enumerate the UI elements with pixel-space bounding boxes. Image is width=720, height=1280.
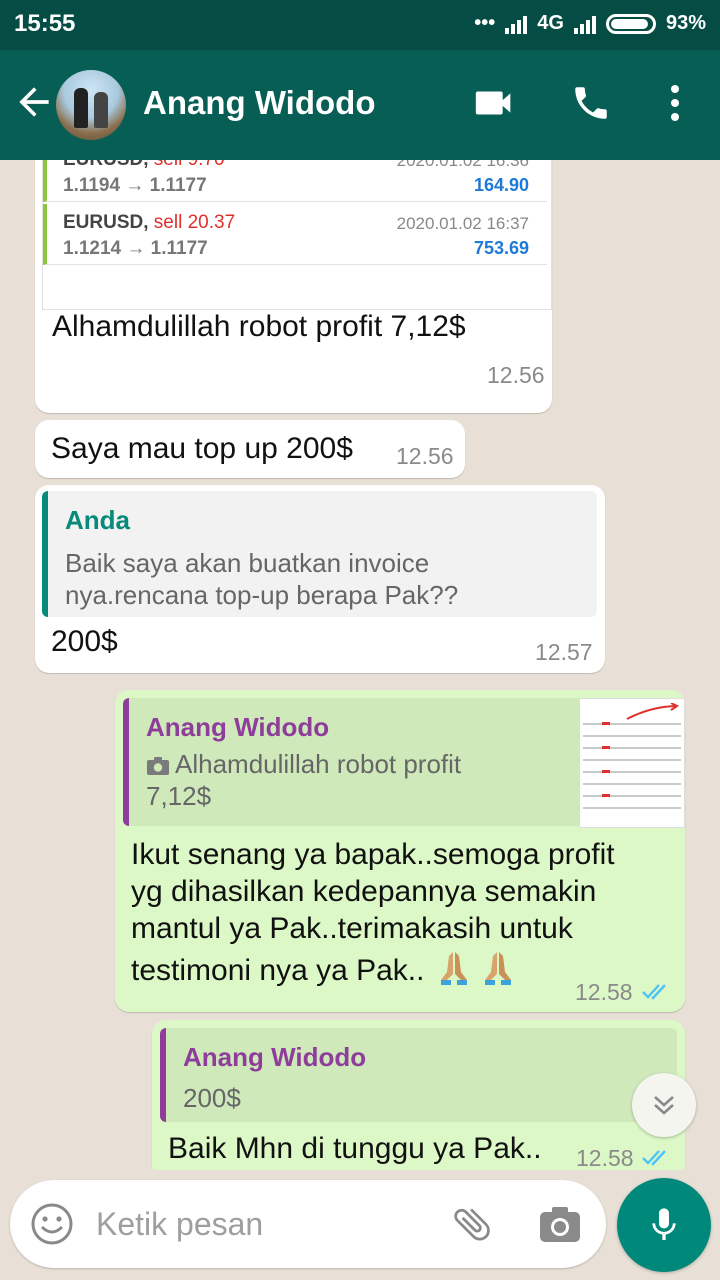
network-label: 4G bbox=[537, 12, 564, 34]
message-text: Baik Mhn di tunggu ya Pak.. bbox=[168, 1132, 542, 1165]
trade-row: EURUSD, sell 20.37 1.1214 → 1.1177 2020.… bbox=[43, 204, 547, 265]
pray-emoji-icon bbox=[483, 950, 513, 986]
phone-icon[interactable] bbox=[566, 78, 616, 128]
signal-icon bbox=[505, 14, 528, 34]
status-right: ••• 4G 93% bbox=[474, 12, 706, 35]
quote-text: 200$ bbox=[183, 1083, 241, 1113]
quote-author: Anda bbox=[65, 505, 130, 535]
quote-text-line: 7,12$ bbox=[146, 781, 212, 811]
mic-icon[interactable] bbox=[617, 1178, 711, 1272]
back-arrow-icon[interactable] bbox=[12, 80, 56, 124]
message-time: 12.58 bbox=[576, 1145, 634, 1170]
message-text-line: mantul ya Pak..terimakasih untuk bbox=[131, 912, 573, 945]
message-text-line: testimoni nya ya Pak.. bbox=[131, 954, 425, 987]
message-text-line: Ikut senang ya bapak..semoga profit bbox=[131, 838, 615, 871]
message-time: 12.58 bbox=[575, 979, 633, 1005]
message-input-bar[interactable]: Ketik pesan bbox=[10, 1180, 606, 1268]
message-time: 12.56 bbox=[487, 362, 545, 388]
message-time: 12.57 bbox=[535, 639, 593, 665]
quote-author: Anang Widodo bbox=[183, 1042, 367, 1072]
message-text: 200$ bbox=[51, 625, 118, 658]
outgoing-reply-message[interactable]: Anang Widodo Alhamdulillah robot profit … bbox=[115, 690, 685, 1012]
message-input[interactable]: Ketik pesan bbox=[96, 1206, 263, 1243]
trade-profit: 753.69 bbox=[473, 238, 529, 258]
more-options-icon[interactable] bbox=[650, 78, 700, 128]
quote-thumbnail bbox=[579, 698, 685, 828]
battery-fill bbox=[610, 18, 649, 29]
trade-date: 2020.01.02 16:36 bbox=[396, 160, 529, 170]
trade-prices: 1.1214 → 1.1177 bbox=[63, 238, 208, 259]
camera-icon bbox=[146, 756, 170, 776]
message-time: 12.56 bbox=[396, 443, 454, 469]
message-text: Alhamdulillah robot profit 7,12$ bbox=[52, 310, 466, 343]
trade-pair: EURUSD, bbox=[63, 160, 149, 170]
trade-prices: 1.1194 → 1.1177 bbox=[63, 175, 207, 196]
avatar[interactable] bbox=[56, 70, 126, 140]
battery-percent: 93% bbox=[665, 12, 706, 34]
status-time: 15:55 bbox=[14, 10, 76, 37]
trade-screenshot[interactable]: EURUSD, sell 9.70 1.1194 → 1.1177 2020.0… bbox=[42, 160, 552, 310]
incoming-reply-message[interactable]: Anda Baik saya akan buatkan invoice nya.… bbox=[35, 485, 605, 673]
read-receipt-icon bbox=[642, 1148, 672, 1166]
scroll-down-icon[interactable] bbox=[632, 1073, 696, 1137]
pray-emoji-icon bbox=[439, 950, 469, 986]
battery-icon bbox=[605, 13, 656, 34]
quote-author: Anang Widodo bbox=[146, 712, 330, 742]
message-text: Saya mau top up 200$ bbox=[51, 432, 353, 465]
incoming-text-message[interactable]: Saya mau top up 200$ 12.56 bbox=[35, 420, 465, 478]
contact-name[interactable]: Anang Widodo bbox=[143, 84, 375, 122]
status-bar: 15:55 ••• 4G 93% bbox=[0, 0, 720, 50]
outgoing-reply-message[interactable]: Anang Widodo 200$ Baik Mhn di tunggu ya … bbox=[152, 1020, 685, 1170]
quote-text-line: Alhamdulillah robot profit bbox=[175, 749, 462, 779]
trade-profit: 164.90 bbox=[473, 175, 529, 195]
trade-action: sell 9.70 bbox=[154, 160, 225, 170]
signal-icon-2 bbox=[573, 14, 596, 34]
trade-action: sell 20.37 bbox=[153, 212, 236, 233]
trade-pair: EURUSD, bbox=[63, 212, 149, 233]
quoted-message[interactable]: Anda Baik saya akan buatkan invoice nya.… bbox=[42, 491, 597, 617]
chat-header: Anang Widodo bbox=[0, 50, 720, 160]
incoming-image-message[interactable]: EURUSD, sell 9.70 1.1194 → 1.1177 2020.0… bbox=[35, 160, 552, 413]
quote-text-line: Baik saya akan buatkan invoice bbox=[65, 548, 430, 578]
status-dots: ••• bbox=[474, 12, 496, 34]
video-call-icon[interactable] bbox=[470, 78, 520, 128]
camera-icon[interactable] bbox=[536, 1200, 584, 1248]
chat-area[interactable]: EURUSD, sell 9.70 1.1194 → 1.1177 2020.0… bbox=[0, 160, 720, 1170]
quoted-message[interactable]: Anang Widodo Alhamdulillah robot profit … bbox=[123, 698, 685, 828]
message-text-line: yg dihasilkan kedepannya semakin bbox=[131, 875, 597, 908]
emoji-icon[interactable] bbox=[28, 1200, 76, 1248]
attach-icon[interactable] bbox=[448, 1200, 496, 1248]
trade-date: 2020.01.02 16:37 bbox=[396, 214, 529, 233]
quote-text-line: nya.rencana top-up berapa Pak?? bbox=[65, 580, 459, 610]
trade-row: EURUSD, sell 9.70 1.1194 → 1.1177 2020.0… bbox=[43, 160, 547, 202]
read-receipt-icon bbox=[642, 982, 672, 1000]
quoted-message[interactable]: Anang Widodo 200$ bbox=[160, 1028, 677, 1122]
